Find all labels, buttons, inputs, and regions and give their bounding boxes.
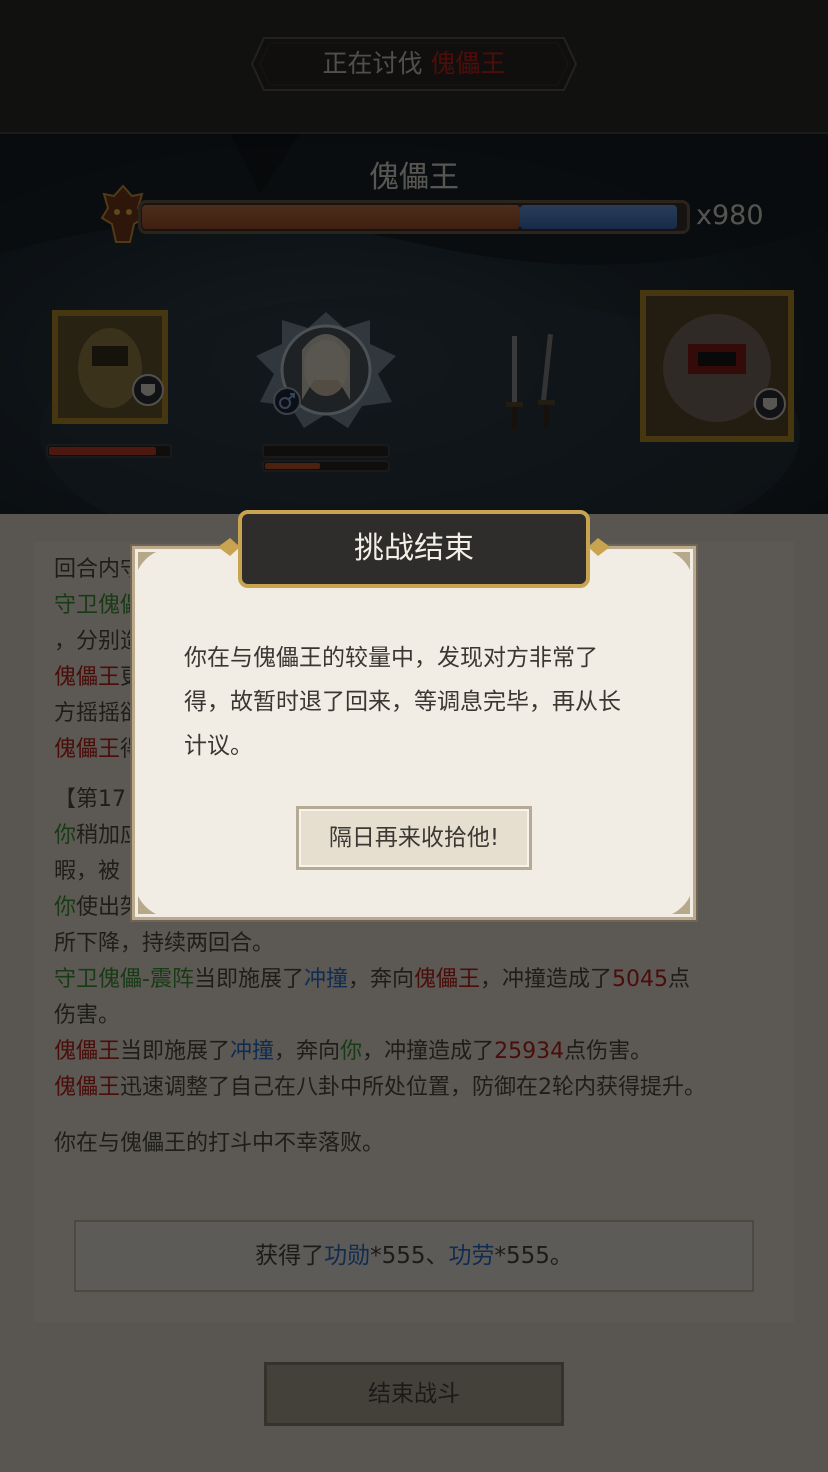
log-segment: 迅速调整了自己在八卦中所处位置，防御在2轮内获得提升。 <box>120 1075 707 1100</box>
reward-qty-merit: *555、 <box>370 1243 449 1269</box>
hunt-title-boss: 傀儡王 <box>430 49 506 78</box>
ally-guard-hp-fill <box>49 447 157 455</box>
dialog-message: 你在与傀儡王的较量中，发现对方非常了得，故暂时退了回来，等调息完毕，再从长计议。 <box>184 645 621 759</box>
log-line: 伤害。 <box>54 998 774 1034</box>
corner-ornament-icon <box>138 552 156 570</box>
shield-badge-icon <box>132 374 164 406</box>
log-segment: 25934 <box>494 1039 565 1064</box>
log-segment: 傀儡王 <box>54 737 121 762</box>
log-segment: 当即施展了 <box>120 1039 231 1064</box>
log-segment: 当即施展了 <box>193 967 304 992</box>
log-segment: ，冲撞造成了 <box>480 967 613 992</box>
log-segment: 使出 <box>76 895 121 920</box>
corner-ornament-icon <box>138 896 156 914</box>
hero-energy <box>262 460 390 472</box>
log-segment: 傀儡王 <box>54 665 121 690</box>
reward-qty-credit: *555。 <box>494 1243 573 1269</box>
log-segment: 你 <box>54 823 77 848</box>
log-segment: 你 <box>54 895 77 920</box>
log-segment: 稍加 <box>76 823 121 848</box>
log-segment: 点 <box>668 967 691 992</box>
log-segment: 你 <box>340 1039 363 1064</box>
log-line: 所下降，持续两回合。 <box>54 926 774 962</box>
log-segment: 傀儡王 <box>54 1075 121 1100</box>
defeat-message: 你在与傀儡王的打斗中不幸落败。 <box>54 1131 385 1156</box>
log-segment: 傀儡王 <box>54 1039 121 1064</box>
end-battle-button[interactable]: 结束战斗 <box>264 1362 564 1426</box>
hero-hp <box>262 444 390 458</box>
log-line: 傀儡王当即施展了冲撞，奔向你，冲撞造成了25934点伤害。 <box>54 1034 774 1070</box>
reward-banner: 获得了功勋*555、功劳*555。 <box>74 1220 754 1292</box>
boss-hp-shield <box>520 205 677 229</box>
log-segment: 傀儡王 <box>414 967 481 992</box>
log-segment: 回合内守 <box>54 557 143 582</box>
hunt-title-prefix: 正在讨伐 <box>322 49 423 78</box>
shield-badge-icon <box>754 388 786 420</box>
reward-item-credit: 功劳 <box>448 1243 495 1269</box>
hunt-title: 正在讨伐 傀儡王 <box>250 36 578 92</box>
log-segment: ，奔向 <box>347 967 414 992</box>
log-line: 守卫傀儡-震阵当即施展了冲撞，奔向傀儡王，冲撞造成了5045点 <box>54 962 774 998</box>
boss-hp-multiplier: x980 <box>696 200 764 231</box>
log-line: 傀儡王迅速调整了自己在八卦中所处位置，防御在2轮内获得提升。 <box>54 1070 774 1106</box>
log-segment: 5045 <box>612 967 669 992</box>
reward-prefix: 获得了 <box>255 1243 325 1269</box>
log-segment: 守卫傀儡 <box>54 593 143 618</box>
corner-ornament-icon <box>672 552 690 570</box>
log-segment: ，冲撞造成了 <box>362 1039 495 1064</box>
corner-ornament-icon <box>672 896 690 914</box>
retreat-confirm-button[interactable]: 隔日再来收拾他! <box>296 806 532 870</box>
dialog-title: 挑战结束 <box>238 510 590 588</box>
log-segment: 所下降，持续两回合。 <box>54 931 275 956</box>
log-segment: ，分别造 <box>54 629 143 654</box>
log-segment: 守卫傀儡-震阵 <box>54 967 194 992</box>
log-segment: 点伤害。 <box>564 1039 653 1064</box>
male-icon <box>273 387 301 415</box>
boss-hp-fill <box>142 205 520 229</box>
log-segment: 伤害。 <box>54 1003 121 1028</box>
log-segment: ，奔向 <box>274 1039 341 1064</box>
log-segment: 方摇摇欲 <box>54 701 143 726</box>
log-segment: 暇，被 <box>54 859 121 884</box>
hero-energy-fill <box>265 463 320 469</box>
log-segment: 冲撞 <box>230 1039 275 1064</box>
reward-item-merit: 功勋 <box>324 1243 371 1269</box>
sword-icon <box>506 333 555 429</box>
ally-guard-hp <box>46 444 172 458</box>
log-segment: 冲撞 <box>303 967 348 992</box>
